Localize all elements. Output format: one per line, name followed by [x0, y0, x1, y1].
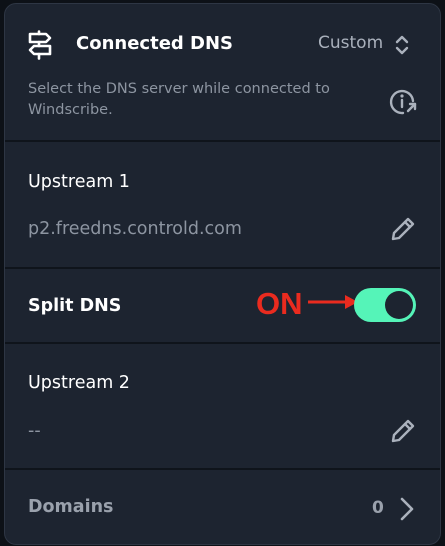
on-annotation: ON	[256, 286, 303, 321]
upstream-2-section: Upstream 2 --	[5, 344, 440, 468]
upstream-1-label: Upstream 1	[28, 172, 130, 192]
upstream-2-value[interactable]: --	[28, 421, 41, 441]
upstream-1-section: Upstream 1 p2.freedns.controld.com	[5, 142, 440, 267]
connected-dns-panel: Connected DNS Custom Select the DNS serv…	[4, 3, 441, 545]
domains-label: Domains	[28, 497, 114, 517]
toggle-knob	[385, 291, 413, 319]
split-dns-label: Split DNS	[28, 296, 122, 316]
arrow-icon	[308, 295, 358, 309]
connected-dns-description: Select the DNS server while connected to…	[28, 81, 330, 118]
up-down-chevron-icon[interactable]	[394, 34, 410, 56]
dns-mode-value[interactable]: Custom	[318, 33, 383, 53]
upstream-2-label: Upstream 2	[28, 373, 130, 393]
signpost-icon	[28, 30, 52, 60]
pencil-icon[interactable]	[389, 215, 417, 243]
pencil-icon[interactable]	[389, 417, 417, 445]
chevron-right-icon[interactable]	[399, 496, 415, 522]
connected-dns-section: Connected DNS Custom Select the DNS serv…	[5, 4, 440, 140]
split-dns-toggle[interactable]	[354, 288, 416, 322]
upstream-1-value[interactable]: p2.freedns.controld.com	[28, 219, 242, 239]
connected-dns-title: Connected DNS	[76, 33, 234, 54]
info-external-icon[interactable]	[389, 88, 419, 118]
domains-count: 0	[372, 498, 384, 518]
